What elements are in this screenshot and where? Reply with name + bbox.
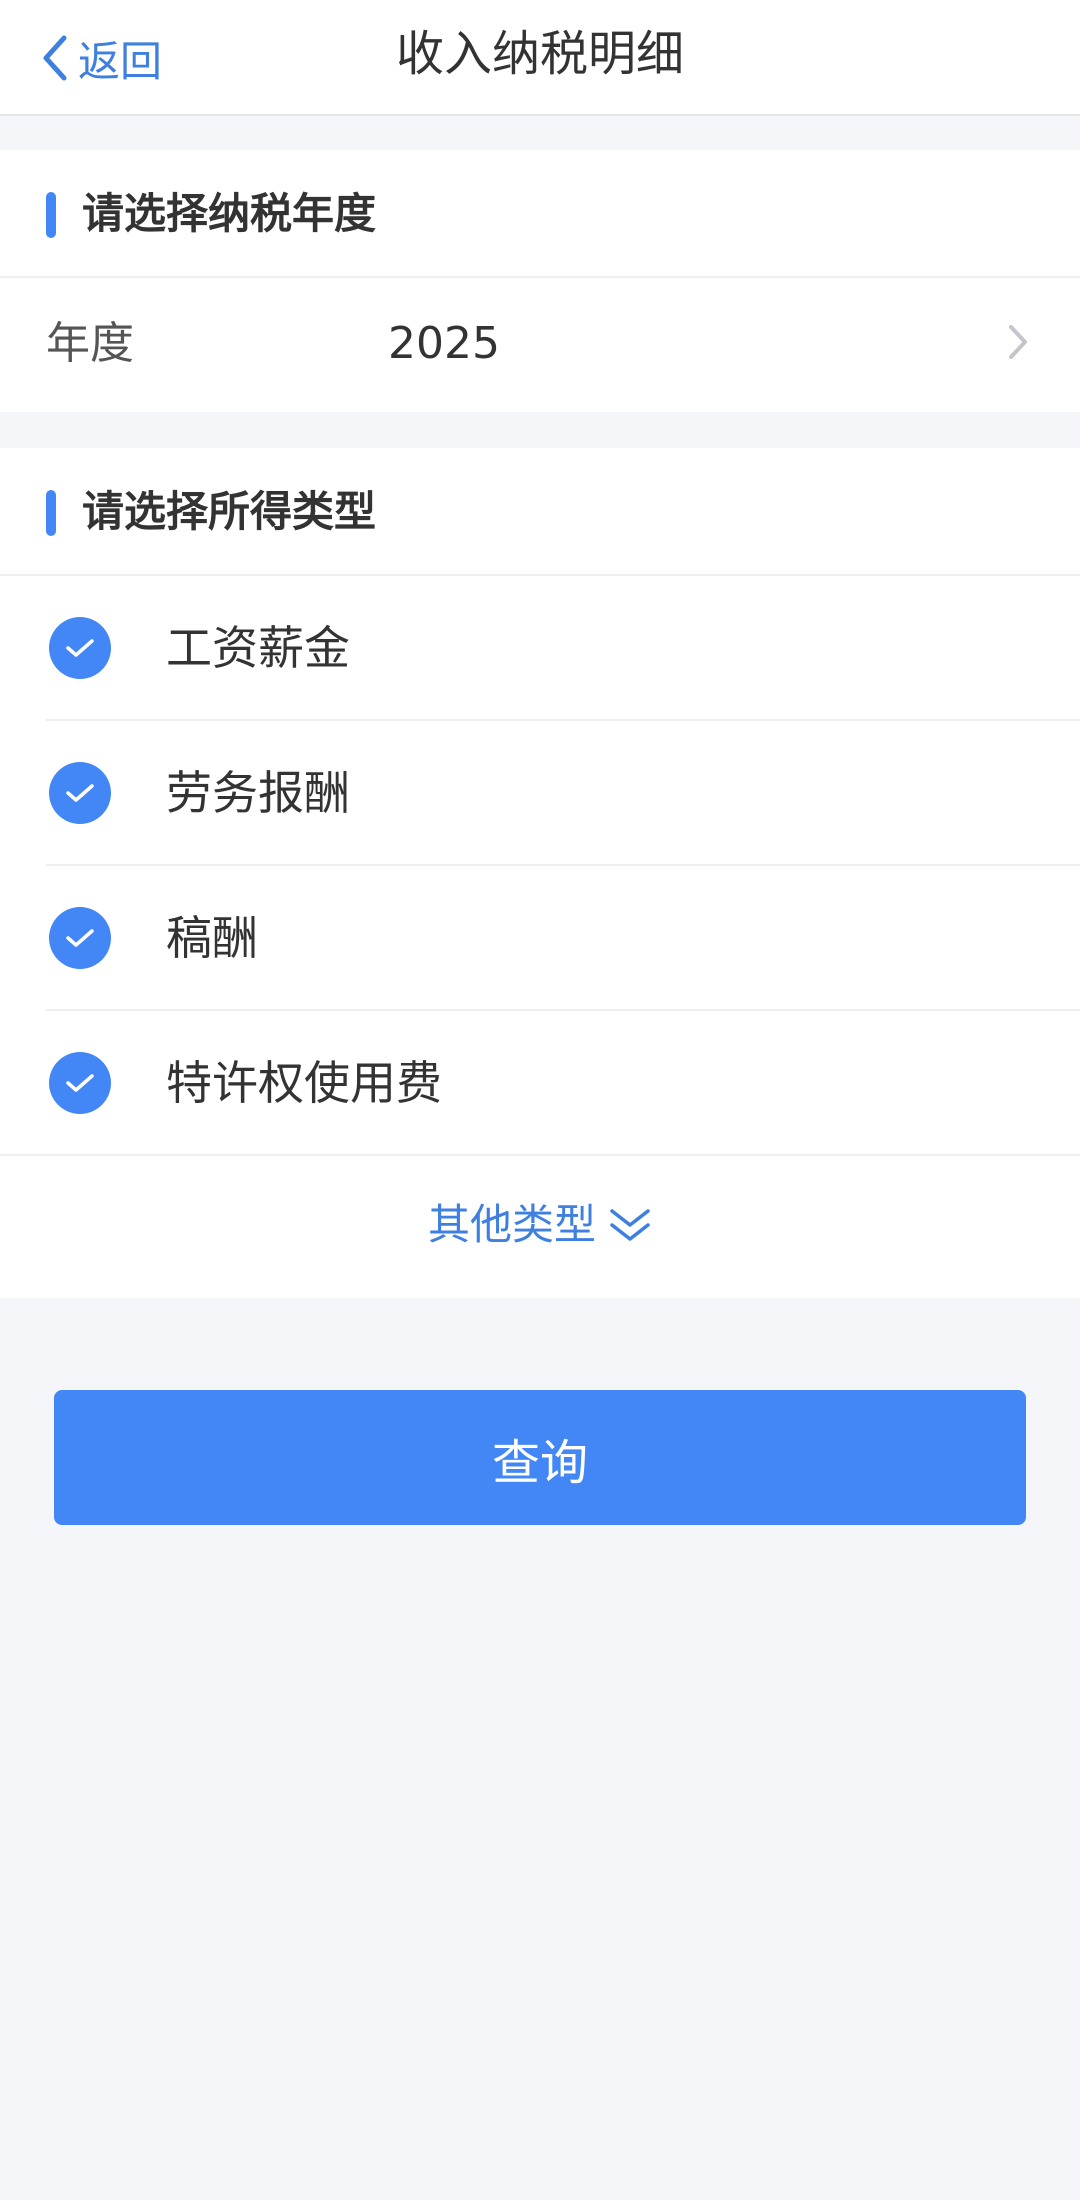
check-icon (66, 639, 94, 657)
income-option-label: 劳务报酬 (166, 766, 350, 820)
other-types-toggle[interactable]: 其他类型 (0, 1156, 1080, 1294)
year-section-title: 请选择纳税年度 (82, 189, 377, 238)
year-value: 2025 (388, 318, 500, 369)
checkbox-checked[interactable] (49, 762, 111, 824)
income-section-title: 请选择所得类型 (82, 487, 377, 536)
nav-bar: 返回 收入纳税明细 (0, 0, 1080, 116)
other-types-label: 其他类型 (427, 1200, 596, 1249)
query-button[interactable]: 查询 (54, 1390, 1026, 1525)
chevron-right-icon (1009, 325, 1027, 359)
income-option-label: 特许权使用费 (166, 1056, 442, 1110)
income-option-franchise[interactable]: 特许权使用费 (0, 1011, 1080, 1156)
income-option-label: 稿酬 (166, 911, 258, 965)
page-title: 收入纳税明细 (395, 26, 684, 82)
year-selector-row[interactable]: 年度 2025 (0, 278, 1080, 408)
double-chevron-down-icon (610, 1209, 650, 1241)
section-accent-bar (46, 490, 56, 536)
income-option-wages[interactable]: 工资薪金 (0, 576, 1080, 721)
income-option-labor[interactable]: 劳务报酬 (0, 721, 1080, 866)
year-section-header: 请选择纳税年度 (0, 150, 1080, 278)
year-section: 请选择纳税年度 年度 2025 (0, 150, 1080, 412)
check-icon (66, 929, 94, 947)
checkbox-checked[interactable] (49, 617, 111, 679)
income-option-label: 工资薪金 (166, 621, 350, 675)
check-icon (66, 1074, 94, 1092)
income-type-section: 请选择所得类型 工资薪金 劳务报酬 稿酬 特许权使用费 其他类型 (0, 448, 1080, 1298)
checkbox-checked[interactable] (49, 907, 111, 969)
income-option-royalty[interactable]: 稿酬 (0, 866, 1080, 1011)
year-label: 年度 (46, 318, 134, 369)
checkbox-checked[interactable] (49, 1052, 111, 1114)
income-section-header: 请选择所得类型 (0, 448, 1080, 576)
section-accent-bar (46, 192, 56, 238)
check-icon (66, 784, 94, 802)
